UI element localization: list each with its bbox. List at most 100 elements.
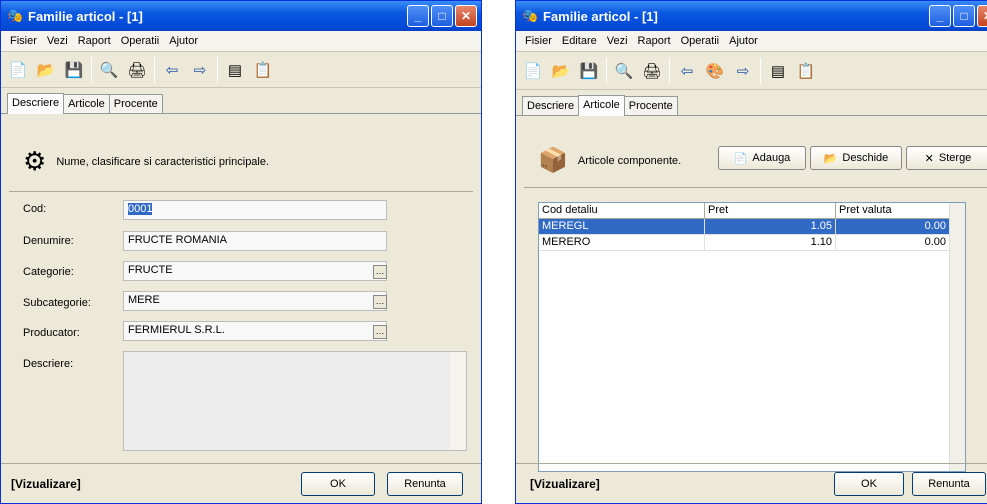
cod-field[interactable]: 0001 [123,200,387,220]
section-header: 📦 Articole componente. [538,146,681,175]
menu-vezi[interactable]: Vezi [602,35,633,47]
menu-raport[interactable]: Raport [633,35,676,47]
maximize-button[interactable]: □ [431,5,453,27]
left-window: 🎭 Familie articol - [1] _ □ ✕ Fisier Vez… [0,0,482,504]
open-folder-icon[interactable]: 📂 [35,59,57,81]
divider [524,187,987,188]
save-icon[interactable]: 💾 [578,60,600,82]
save-icon[interactable]: 💾 [63,59,85,81]
back-arrow-icon[interactable]: ⇦ [161,59,183,81]
gear-icon: ⚙ [23,146,47,176]
menu-vezi[interactable]: Vezi [42,35,73,47]
box-icon: 📦 [538,147,568,174]
add-button[interactable]: 📄 Adauga [718,146,806,170]
subcategorie-field[interactable]: MERE [123,291,387,311]
subcategorie-label: Subcategorie: [23,297,91,309]
descriere-textarea[interactable] [123,351,467,451]
toolbar: 📄 📂 💾 🔍 🖨 ⇦ 🎨 ⇨ ▤ 📋 [516,52,987,90]
toolbar: 📄 📂 💾 🔍 🖨 ⇦ ⇨ ▤ 📋 [1,52,481,88]
categorie-browse-button[interactable]: … [373,265,387,279]
menu-bar: Fisier Editare Vezi Raport Operatii Ajut… [516,31,987,52]
toolbar-separator [217,56,218,83]
producator-field[interactable]: FERMIERUL S.R.L. [123,321,387,341]
close-button[interactable]: ✕ [977,5,987,27]
open-folder-icon: 📂 [823,152,838,165]
delete-icon: ✕ [924,152,934,165]
table-row[interactable]: MEREGL 1.05 0.00 [539,219,965,235]
tab-articole[interactable]: Articole [63,94,110,113]
tab-descriere[interactable]: Descriere [7,93,65,114]
app-icon: 🎭 [7,8,24,23]
categorie-row: Categorie: [23,266,123,278]
window-title: Familie articol - [1] [28,8,143,24]
menu-bar: Fisier Vezi Raport Operatii Ajutor [1,31,481,52]
subcategorie-browse-button[interactable]: … [373,295,387,309]
open-folder-icon[interactable]: 📂 [550,60,572,82]
menu-fisier[interactable]: Fisier [5,35,42,47]
window-title: Familie articol - [1] [543,8,658,24]
denumire-field[interactable]: FRUCTE ROMANIA [123,231,387,251]
producator-label: Producator: [23,327,80,339]
toolbar-separator [154,56,155,83]
maximize-button[interactable]: □ [953,5,975,27]
palette-icon[interactable]: 🎨 [704,60,726,82]
descriere-scrollbar[interactable] [450,352,466,450]
new-icon[interactable]: 📄 [7,59,29,81]
properties-icon[interactable]: 📋 [795,60,817,82]
toolbar-separator [91,56,92,83]
tab-descriere[interactable]: Descriere [522,96,580,115]
status-text: [Vizualizare] [11,476,81,491]
menu-raport[interactable]: Raport [73,35,116,47]
back-arrow-icon[interactable]: ⇦ [676,60,698,82]
menu-operatii[interactable]: Operatii [116,35,165,47]
status-bar: [Vizualizare] OK Renunta [516,463,987,503]
tab-articole[interactable]: Articole [578,95,625,116]
preview-icon[interactable]: 🔍 [613,60,635,82]
ok-button[interactable]: OK [834,471,904,496]
minimize-button[interactable]: _ [929,5,951,27]
col-pret-valuta[interactable]: Pret valuta [836,203,950,218]
descriere-row: Descriere: [23,358,123,370]
tab-procente[interactable]: Procente [623,96,678,115]
status-bar: [Vizualizare] OK Renunta [1,463,481,503]
delete-button[interactable]: ✕ Sterge [906,146,987,170]
producator-browse-button[interactable]: … [373,325,387,339]
cod-label: Cod: [23,203,47,215]
minimize-button[interactable]: _ [407,5,429,27]
cancel-button[interactable]: Renunta [912,471,986,496]
right-window: 🎭 Familie articol - [1] _ □ ✕ Fisier Edi… [515,0,987,504]
col-cod-detaliu[interactable]: Cod detaliu [539,203,705,218]
menu-fisier[interactable]: Fisier [520,35,557,47]
forward-arrow-icon[interactable]: ⇨ [732,60,754,82]
table-row[interactable]: MERERO 1.10 0.00 [539,235,965,251]
categorie-field[interactable]: FRUCTE [123,261,387,281]
form-icon[interactable]: ▤ [224,59,246,81]
cod-row: Cod: [23,203,123,215]
grid-scrollbar[interactable] [949,203,965,471]
section-header-text: Nume, clasificare si caracteristici prin… [56,155,270,168]
new-icon[interactable]: 📄 [522,60,544,82]
properties-icon[interactable]: 📋 [252,59,274,81]
menu-ajutor[interactable]: Ajutor [164,35,203,47]
col-pret[interactable]: Pret [705,203,836,218]
close-button[interactable]: ✕ [455,5,477,27]
form-icon[interactable]: ▤ [767,60,789,82]
tab-strip: Descriere Articole Procente [1,88,481,114]
tab-procente[interactable]: Procente [108,94,163,113]
forward-arrow-icon[interactable]: ⇨ [189,59,211,81]
tab-strip: Descriere Articole Procente [516,90,987,116]
toolbar-separator [669,57,670,84]
cancel-button[interactable]: Renunta [387,471,463,496]
preview-icon[interactable]: 🔍 [98,59,120,81]
title-bar: 🎭 Familie articol - [1] _ □ ✕ [1,1,481,31]
grid-header: Cod detaliu Pret Pret valuta [539,203,965,219]
print-icon[interactable]: 🖨 [641,60,663,82]
ok-button[interactable]: OK [301,471,375,496]
print-icon[interactable]: 🖨 [126,59,148,81]
menu-ajutor[interactable]: Ajutor [724,35,763,47]
categorie-label: Categorie: [23,266,74,278]
menu-operatii[interactable]: Operatii [676,35,725,47]
section-header: ⚙ Nume, clasificare si caracteristici pr… [23,146,269,177]
menu-editare[interactable]: Editare [557,35,602,47]
open-button[interactable]: 📂 Deschide [810,146,902,170]
